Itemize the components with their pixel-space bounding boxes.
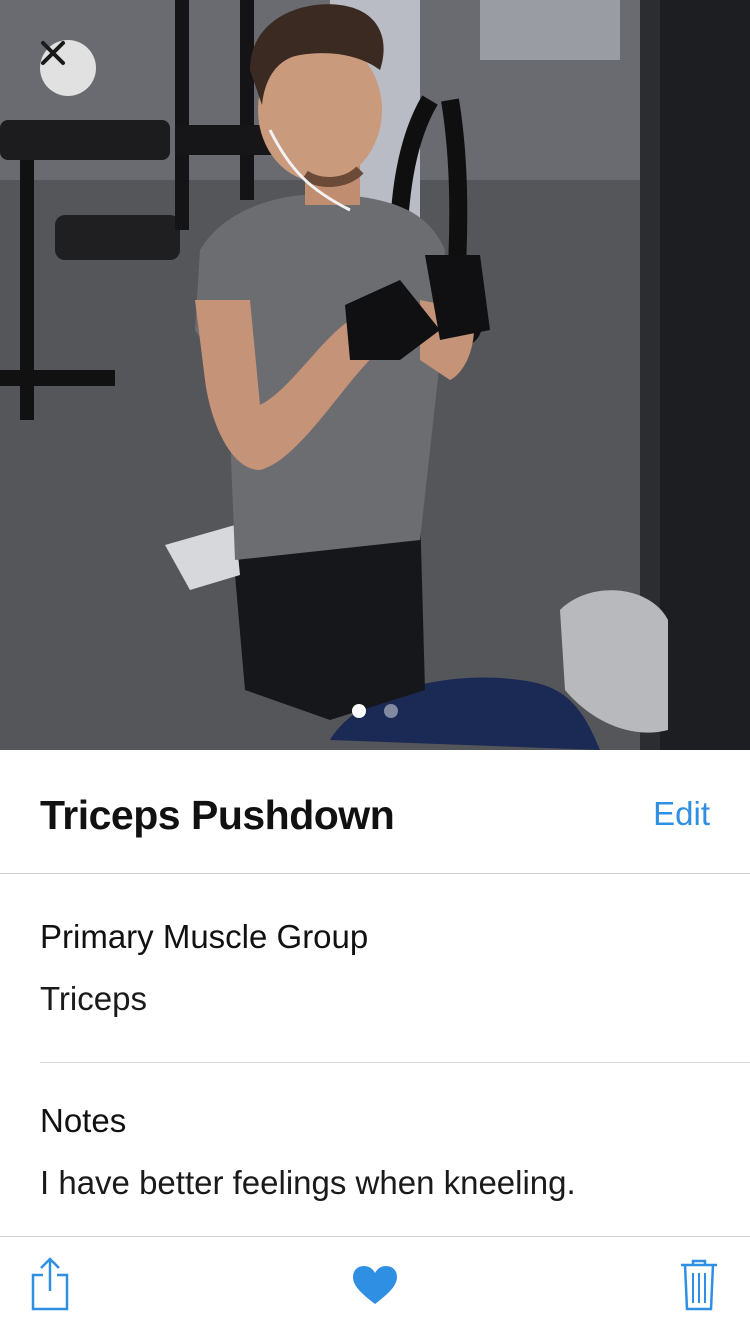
edit-button[interactable]: Edit	[653, 795, 710, 833]
notes-value: I have better feelings when kneeling.	[40, 1164, 576, 1201]
share-button[interactable]	[30, 1257, 70, 1316]
bottom-toolbar	[0, 1236, 750, 1334]
photo-illustration	[0, 0, 750, 750]
trash-icon	[681, 1259, 717, 1311]
close-icon	[41, 41, 65, 65]
muscle-group-value: Triceps	[40, 980, 147, 1017]
exercise-photo[interactable]	[0, 0, 750, 750]
exercise-title: Triceps Pushdown	[40, 792, 395, 838]
page-dot-1[interactable]	[352, 704, 366, 718]
notes-label: Notes	[40, 1102, 127, 1139]
delete-button[interactable]	[680, 1259, 718, 1316]
close-button[interactable]	[40, 40, 96, 96]
muscle-group-label: Primary Muscle Group	[40, 918, 369, 955]
section-divider	[40, 1062, 750, 1063]
favorite-button[interactable]	[352, 1265, 398, 1310]
page-dot-2[interactable]	[384, 704, 398, 718]
heart-icon	[353, 1266, 397, 1304]
share-icon	[31, 1257, 69, 1311]
page-indicator[interactable]	[0, 704, 750, 718]
title-row: Triceps Pushdown Edit	[0, 750, 750, 874]
